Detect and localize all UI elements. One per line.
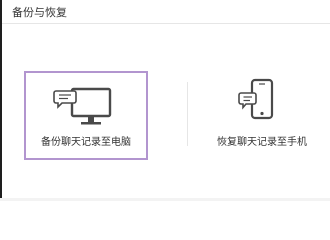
- options-separator: [187, 82, 188, 146]
- restore-to-phone-label: 恢复聊天记录至手机: [217, 137, 307, 148]
- backup-to-computer-label: 备份聊天记录至电脑: [41, 137, 131, 148]
- backup-restore-window: 备份与恢复 备份聊天记录至电脑 恢复聊天记录至手机: [0, 0, 330, 201]
- bottom-bar: [0, 198, 330, 201]
- monitor-chat-icon: [53, 87, 112, 125]
- backup-to-computer-option[interactable]: 备份聊天记录至电脑: [24, 71, 148, 160]
- title-divider: [2, 23, 330, 24]
- phone-chat-icon: [238, 78, 274, 120]
- window-title: 备份与恢复: [12, 6, 67, 19]
- window-edge: [0, 0, 2, 201]
- restore-to-phone-option[interactable]: 恢复聊天记录至手机: [200, 71, 324, 160]
